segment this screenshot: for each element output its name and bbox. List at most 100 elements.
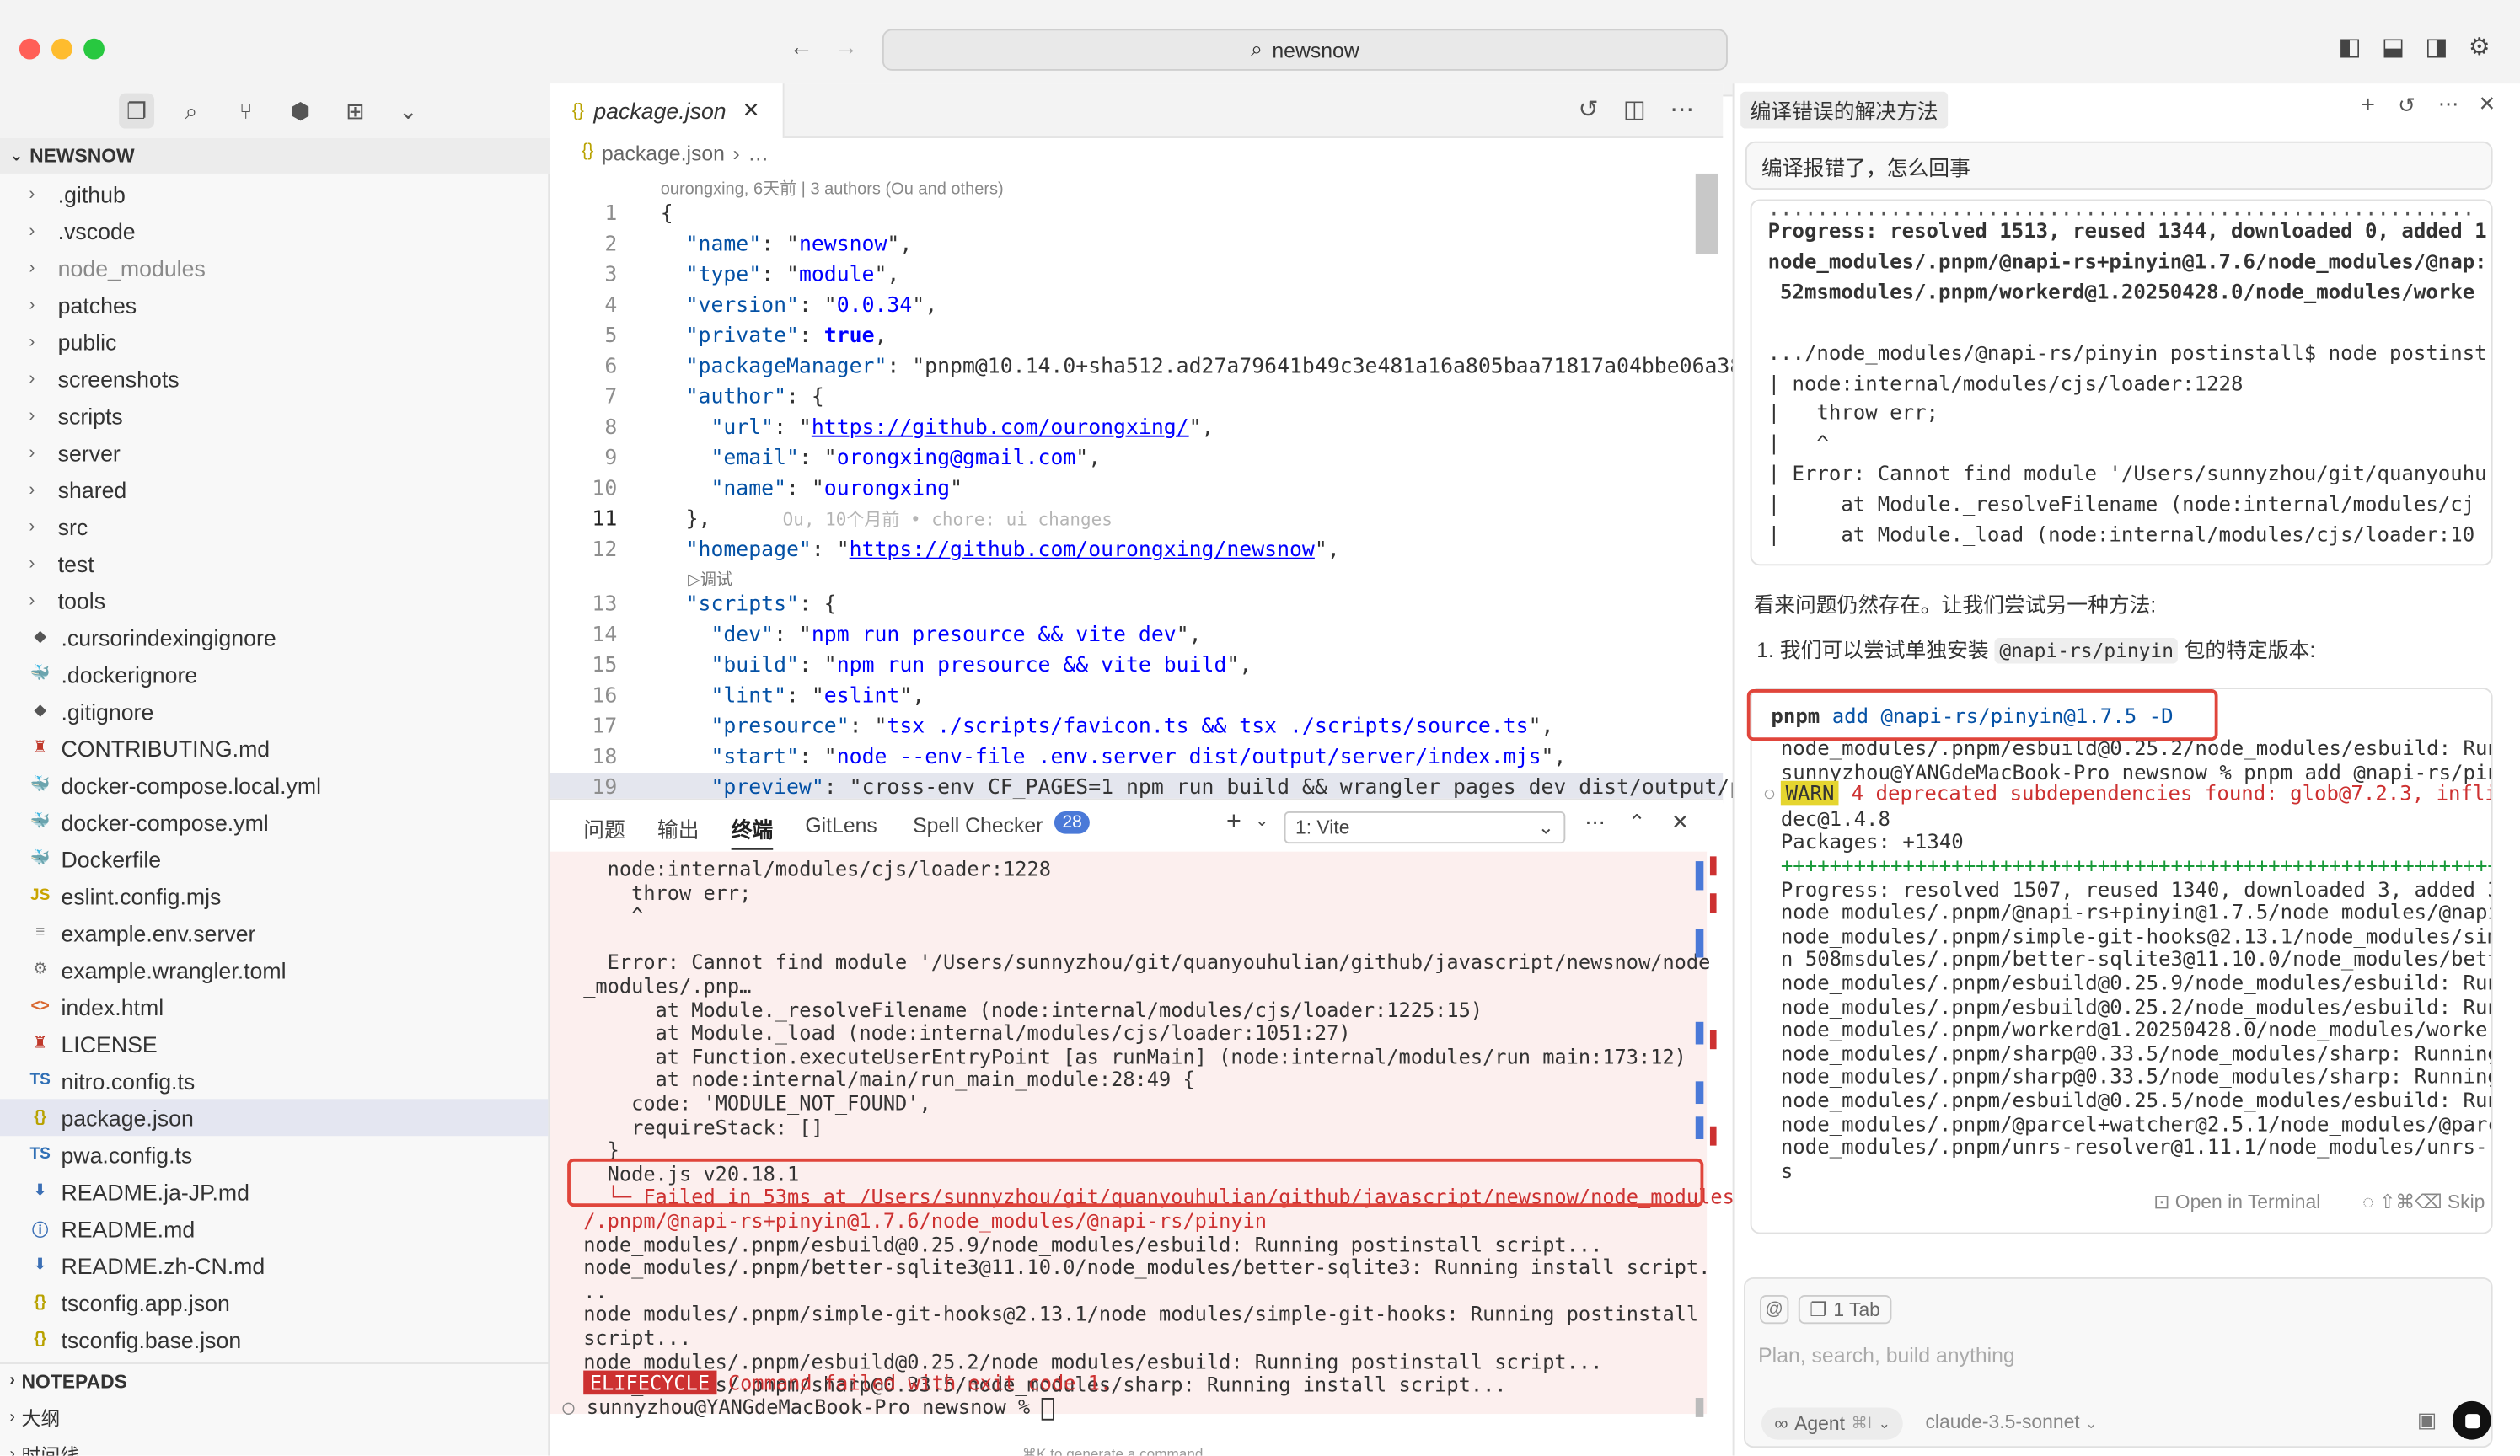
minimize-window-button[interactable] bbox=[51, 38, 72, 60]
tab-problems[interactable]: 问题 bbox=[583, 813, 625, 843]
code-line[interactable]: 13 "scripts": { bbox=[550, 590, 1723, 620]
file-item[interactable]: ⚙ example.wrangler.toml bbox=[0, 951, 548, 988]
new-terminal-icon[interactable]: + bbox=[1226, 808, 1241, 837]
code-line[interactable]: 18 "start": "node --env-file .env.server… bbox=[550, 742, 1723, 773]
chat-input-placeholder[interactable]: Plan, search, build anything bbox=[1758, 1343, 2015, 1368]
file-item[interactable]: ⬇ README.ja-JP.md bbox=[0, 1173, 548, 1210]
forward-arrow-icon[interactable]: → bbox=[834, 34, 859, 61]
file-item[interactable]: JS eslint.config.mjs bbox=[0, 877, 548, 914]
file-item[interactable]: TS nitro.config.ts bbox=[0, 1062, 548, 1099]
chevron-down-icon[interactable]: ⌄ bbox=[1255, 813, 1268, 831]
file-item[interactable]: ♜ CONTRIBUTING.md bbox=[0, 730, 548, 767]
file-item[interactable]: 🐳 docker-compose.local.yml bbox=[0, 767, 548, 804]
file-item[interactable]: 🐳 docker-compose.yml bbox=[0, 803, 548, 840]
file-item[interactable]: <> index.html bbox=[0, 988, 548, 1025]
tab-gitlens[interactable]: GitLens bbox=[805, 813, 877, 838]
close-tab-icon[interactable]: ✕ bbox=[743, 98, 760, 124]
new-chat-icon[interactable]: + bbox=[2361, 92, 2375, 119]
project-header[interactable]: ⌄ NEWSNOW bbox=[0, 137, 550, 174]
code-line[interactable]: 17 "presource": "tsx ./scripts/favicon.t… bbox=[550, 712, 1723, 742]
notepads-header[interactable]: › NOTEPADS bbox=[0, 1362, 550, 1398]
file-item[interactable]: ◆ .gitignore bbox=[0, 693, 548, 730]
code-line[interactable]: 12 "homepage": "https://github.com/ouron… bbox=[550, 535, 1723, 565]
zoom-window-button[interactable] bbox=[83, 38, 105, 60]
history-icon[interactable]: ↺ bbox=[2398, 94, 2415, 120]
folder-item[interactable]: › tools bbox=[0, 581, 548, 618]
file-item[interactable]: ≡ example.env.server bbox=[0, 914, 548, 951]
history-icon[interactable]: ↺ bbox=[1579, 95, 1599, 123]
agent-mode-selector[interactable]: ∞ Agent ⌘I ⌄ bbox=[1761, 1407, 1904, 1440]
code-line[interactable]: 9 "email": "orongxing@gmail.com", bbox=[550, 443, 1723, 474]
stop-button[interactable] bbox=[2452, 1400, 2491, 1440]
folder-item[interactable]: › public bbox=[0, 323, 548, 360]
toggle-primary-sidebar-icon[interactable]: ◧ bbox=[2339, 32, 2362, 61]
code-line[interactable]: 10 "name": "ourongxing" bbox=[550, 474, 1723, 505]
code-line[interactable]: 2 "name": "newsnow", bbox=[550, 230, 1723, 260]
editor-scrollbar[interactable] bbox=[1695, 173, 1718, 254]
toggle-secondary-sidebar-icon[interactable]: ◨ bbox=[2426, 32, 2448, 61]
code-line[interactable]: 3 "type": "module", bbox=[550, 260, 1723, 291]
open-in-terminal-button[interactable]: ⊡ Open in Terminal bbox=[2153, 1191, 2320, 1213]
source-control-icon[interactable]: ⑂ bbox=[228, 94, 264, 129]
folder-item[interactable]: › screenshots bbox=[0, 360, 548, 397]
folder-item[interactable]: › .github bbox=[0, 175, 548, 212]
tab-terminal[interactable]: 终端 bbox=[731, 813, 774, 850]
terminal-select[interactable]: 1: Vite ⌄ bbox=[1284, 811, 1566, 844]
package-icon[interactable]: ⬢ bbox=[283, 94, 319, 129]
file-item[interactable]: ⓘ README.md bbox=[0, 1210, 548, 1247]
chat-input-box[interactable]: @ ❐ 1 Tab Plan, search, build anything ∞… bbox=[1743, 1277, 2493, 1448]
folder-item[interactable]: › scripts bbox=[0, 397, 548, 434]
file-item[interactable]: {} tsconfig.base.json bbox=[0, 1320, 548, 1357]
more-actions-icon[interactable]: ⋯ bbox=[1670, 95, 1694, 123]
close-panel-icon[interactable]: ✕ bbox=[1671, 810, 1689, 836]
folder-item[interactable]: › src bbox=[0, 508, 548, 545]
more-actions-icon[interactable]: ⋯ bbox=[1584, 810, 1606, 836]
code-line[interactable]: 1{ bbox=[550, 199, 1723, 229]
file-item[interactable]: ♜ LICENSE bbox=[0, 1025, 548, 1063]
code-line[interactable]: 6 "packageManager": "pnpm@10.14.0+sha512… bbox=[550, 352, 1755, 383]
code-line[interactable]: 15 "build": "npm run presource && vite b… bbox=[550, 650, 1723, 681]
breadcrumb-file[interactable]: package.json bbox=[602, 142, 725, 166]
code-line[interactable]: 11 }, bbox=[550, 505, 1723, 535]
user-message[interactable]: 编译报错了，怎么回事 bbox=[1745, 141, 2493, 190]
code-line[interactable]: 5 "private": true, bbox=[550, 321, 1723, 351]
search-icon[interactable]: ⌕ bbox=[174, 94, 209, 129]
terminal-output[interactable]: node:internal/modules/cjs/loader:1228 th… bbox=[550, 851, 1735, 1415]
breadcrumb-more[interactable]: … bbox=[748, 142, 769, 166]
split-editor-icon[interactable]: ◫ bbox=[1623, 95, 1646, 123]
debug-codelens[interactable]: ▷调试 bbox=[688, 565, 732, 590]
folder-item[interactable]: › shared bbox=[0, 471, 548, 508]
tool-output-2[interactable]: node_modules/.pnpm/esbuild@0.25.2/node_m… bbox=[1750, 688, 2493, 1234]
tab-package-json[interactable]: {} package.json ✕ bbox=[550, 83, 785, 138]
code-line[interactable]: 16 "lint": "eslint", bbox=[550, 682, 1723, 712]
more-actions-icon[interactable]: ⋯ bbox=[2438, 92, 2459, 118]
mention-icon[interactable]: @ bbox=[1760, 1294, 1789, 1325]
file-item[interactable]: ⬇ README.zh-CN.md bbox=[0, 1247, 548, 1284]
explorer-icon[interactable]: ❐ bbox=[119, 93, 155, 129]
tab-context-chip[interactable]: ❐ 1 Tab bbox=[1798, 1294, 1892, 1325]
image-icon[interactable]: ▣ bbox=[2417, 1407, 2437, 1433]
chat-title[interactable]: 编译错误的解决方法 bbox=[1740, 91, 1949, 129]
tab-spell-checker[interactable]: Spell Checker bbox=[913, 813, 1043, 838]
terminal-prompt[interactable]: ○ sunnyzhou@YANGdeMacBook-Pro newsnow % bbox=[562, 1394, 1055, 1420]
folder-item[interactable]: › server bbox=[0, 434, 548, 471]
command-search-box[interactable]: ⌕ newsnow bbox=[882, 29, 1728, 71]
folder-item[interactable]: › node_modules bbox=[0, 249, 548, 286]
back-arrow-icon[interactable]: ← bbox=[789, 34, 813, 61]
model-selector[interactable]: claude-3.5-sonnet ⌄ bbox=[1925, 1410, 2097, 1433]
skip-button[interactable]: ◌ ⇧⌘⌫ Skip bbox=[2362, 1191, 2485, 1213]
file-item[interactable]: {} package.json bbox=[0, 1099, 549, 1137]
code-line[interactable]: 8 "url": "https://github.com/ourongxing/… bbox=[550, 413, 1723, 443]
folder-item[interactable]: › .vscode bbox=[0, 212, 548, 249]
extensions-icon[interactable]: ⊞ bbox=[337, 94, 373, 129]
file-item[interactable]: 🐳 .dockerignore bbox=[0, 656, 548, 693]
close-icon[interactable]: ✕ bbox=[2478, 92, 2496, 118]
file-item[interactable]: TS pwa.config.ts bbox=[0, 1136, 548, 1173]
blame-annotation[interactable]: ourongxing, 6天前 | 3 authors (Ou and othe… bbox=[661, 177, 1004, 201]
settings-gear-icon[interactable]: ⚙ bbox=[2469, 32, 2491, 61]
file-item[interactable]: {} tsconfig.app.json bbox=[0, 1284, 548, 1321]
outline-header[interactable]: › 大纲 bbox=[0, 1400, 550, 1435]
tab-output[interactable]: 输出 bbox=[657, 813, 700, 843]
chevron-down-icon[interactable]: ⌄ bbox=[390, 94, 426, 129]
maximize-panel-icon[interactable]: ⌃ bbox=[1628, 810, 1646, 836]
